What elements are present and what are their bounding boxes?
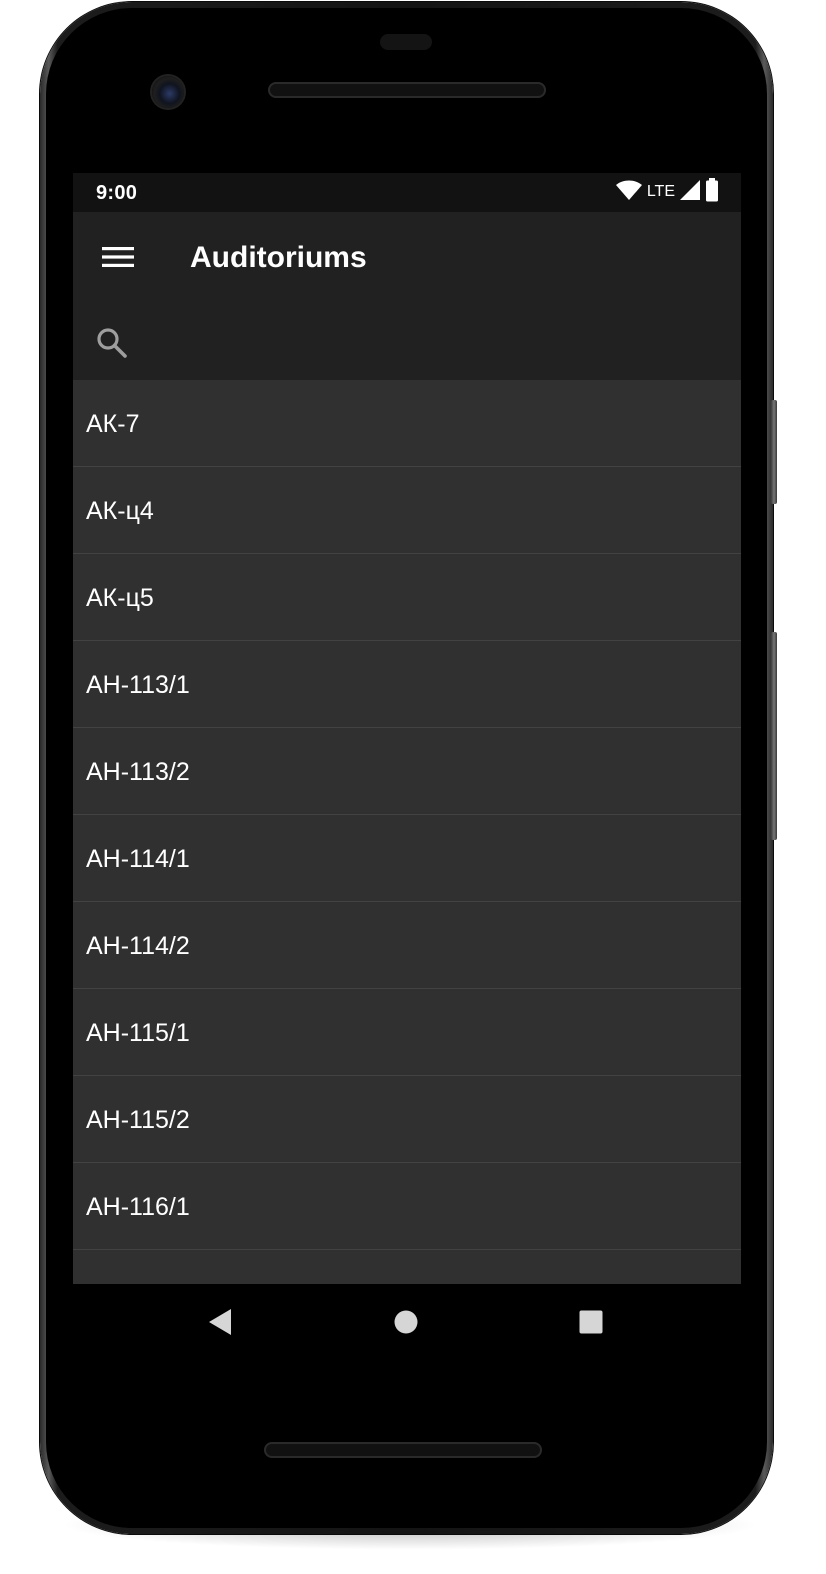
list-item[interactable]: АН-114/2: [73, 902, 741, 989]
list-item-label: АК-7: [86, 410, 140, 438]
signal-icon: [679, 179, 701, 206]
list-item-label: АК-ц5: [86, 584, 154, 612]
menu-button[interactable]: [94, 239, 142, 279]
list-item[interactable]: АК-7: [73, 380, 741, 467]
list-item-label: АН-114/2: [86, 932, 190, 960]
search-input[interactable]: [143, 320, 727, 368]
recents-button[interactable]: [573, 1306, 609, 1342]
status-bar: 9:00 LTE: [73, 173, 741, 212]
list-item-label: АН-114/1: [86, 845, 190, 873]
wifi-icon: [615, 179, 643, 206]
list-item-label: АН-115/2: [86, 1106, 190, 1134]
hamburger-menu-icon: [101, 245, 135, 274]
screen: 9:00 LTE Auditoriums АК-7 АК-ц4 АК-ц5 АН…: [73, 173, 741, 1284]
proximity-sensor: [380, 34, 432, 50]
recents-icon: [578, 1309, 604, 1340]
list-item[interactable]: АН-115/1: [73, 989, 741, 1076]
list-item[interactable]: АН-114/1: [73, 815, 741, 902]
status-time: 9:00: [96, 182, 138, 204]
earpiece-speaker: [268, 82, 546, 98]
network-type: LTE: [646, 183, 675, 200]
back-button[interactable]: [203, 1306, 239, 1342]
list-item[interactable]: АК-ц4: [73, 467, 741, 554]
list-item-label: АН-113/2: [86, 758, 190, 786]
list-item[interactable]: АН-116/1: [73, 1163, 741, 1250]
list-item[interactable]: АК-ц5: [73, 554, 741, 641]
power-button: [771, 400, 777, 504]
home-button[interactable]: [388, 1306, 424, 1342]
app-bar: Auditoriums: [73, 212, 741, 306]
battery-icon: [705, 177, 719, 207]
volume-button: [771, 632, 777, 840]
list-item[interactable]: АН-113/2: [73, 728, 741, 815]
list-item-label: АН-113/1: [86, 671, 190, 699]
list-item[interactable]: АН-115/2: [73, 1076, 741, 1163]
bottom-speaker: [264, 1442, 542, 1458]
list-item-label: АН-115/1: [86, 1019, 190, 1047]
list-item[interactable]: АН-113/1: [73, 641, 741, 728]
front-camera: [152, 76, 184, 108]
search-icon[interactable]: [93, 324, 131, 362]
list-item-label: АН-116/1: [86, 1193, 190, 1221]
back-icon: [207, 1307, 235, 1342]
auditorium-list: АК-7 АК-ц4 АК-ц5 АН-113/1 АН-113/2 АН-11…: [73, 380, 741, 1250]
search-bar[interactable]: [73, 306, 741, 380]
list-item-label: АК-ц4: [86, 497, 154, 525]
navigation-bar: [73, 1284, 741, 1362]
page-title: Auditoriums: [190, 241, 367, 274]
status-icons: LTE: [615, 177, 719, 207]
device-stage: 9:00 LTE Auditoriums АК-7 АК-ц4 АК-ц5 АН…: [0, 0, 826, 1574]
home-icon: [393, 1309, 419, 1340]
